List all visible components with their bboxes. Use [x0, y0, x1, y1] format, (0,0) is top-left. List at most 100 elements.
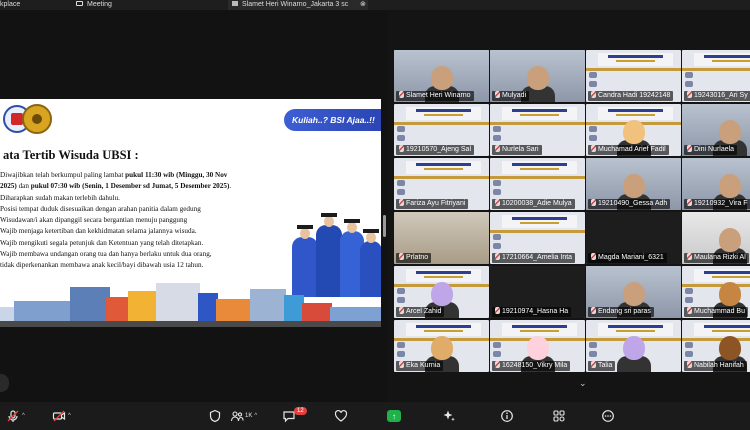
ubsi-seal-logo [22, 104, 52, 134]
tab-meeting[interactable]: Meeting [76, 0, 146, 10]
tab-workplace[interactable]: kplace [0, 0, 60, 10]
chevron-up-icon[interactable]: ^ [68, 413, 71, 419]
more-button[interactable] [601, 406, 615, 426]
participant-name: Nabilah Hanifah [684, 361, 747, 371]
splitter-handle[interactable] [383, 215, 386, 237]
tab-screen-share[interactable]: Slamet Heri Winarno_Jakarta 3 sc [228, 0, 368, 10]
mic-muted-icon [687, 307, 692, 314]
participant-tile[interactable]: 19210974_Hasna Ha [490, 266, 585, 318]
participant-name: Candra Hadi 19242148 [588, 91, 674, 101]
virtual-background-icons [589, 342, 599, 360]
participant-name-label: Muchammad Bu [694, 308, 745, 315]
participant-tile[interactable]: Prlatno [394, 212, 489, 264]
apps-button[interactable] [552, 406, 566, 426]
virtual-background-icons [397, 288, 407, 306]
mic-muted-icon [591, 253, 596, 260]
virtual-background-icons [493, 234, 503, 252]
mic-muted-icon [687, 91, 692, 98]
participant-name: Endang sri paras [588, 307, 654, 317]
participant-tile[interactable]: Slamet Heri Winarno [394, 50, 489, 102]
participant-name: 19210490_Gessa Adh [588, 199, 671, 209]
participant-tile[interactable]: Endang sri paras [586, 266, 681, 318]
participant-tile[interactable]: Mulyadi [490, 50, 585, 102]
mic-muted-icon [687, 145, 692, 152]
virtual-background-stripe [682, 338, 750, 341]
participant-tile[interactable]: Fariza Ayu Fitriyani [394, 158, 489, 210]
virtual-background-icons [493, 180, 503, 198]
tab-screen-share-label: Slamet Heri Winarno_Jakarta 3 sc [242, 1, 349, 8]
participant-tile[interactable]: Nabilah Hanifah [682, 320, 750, 372]
virtual-background-icons [493, 126, 503, 144]
chevron-up-icon[interactable]: ^ [22, 413, 25, 419]
participant-tile[interactable]: Muchamad Arief Fadil [586, 104, 681, 156]
virtual-background-banner [502, 107, 577, 120]
participant-tile[interactable]: Talia [586, 320, 681, 372]
participant-name-label: Fariza Ayu Fitriyani [406, 200, 466, 207]
virtual-background-stripe [394, 122, 489, 125]
participant-tile[interactable]: 19210932_Vira F [682, 158, 750, 210]
virtual-background-icons [685, 72, 695, 90]
virtual-background-banner [406, 323, 481, 336]
gallery-footer [394, 374, 750, 402]
participant-tile[interactable]: Maulana Rizki Al [682, 212, 750, 264]
share-screen-button[interactable]: ↑ [387, 406, 401, 426]
security-button[interactable] [208, 406, 222, 426]
virtual-background-stripe [586, 68, 681, 71]
video-button[interactable]: ^ [52, 406, 71, 426]
virtual-background-icons [397, 180, 407, 198]
people-icon [230, 411, 244, 422]
mute-button[interactable]: ^ [6, 406, 25, 426]
participant-tile[interactable]: Arcel Zahid [394, 266, 489, 318]
mic-muted-icon [495, 91, 500, 98]
virtual-background-banner [598, 107, 673, 120]
mic-muted-icon [399, 145, 404, 152]
participant-tile[interactable]: 17210664_Amelia Inta [490, 212, 585, 264]
participant-tile[interactable]: 10200038_Adie Mulya [490, 158, 585, 210]
virtual-background-banner [406, 107, 481, 120]
virtual-background-banner [406, 269, 481, 282]
ai-companion-button[interactable] [442, 406, 456, 426]
participants-count: 1K [245, 413, 253, 419]
virtual-background-stripe [490, 230, 585, 233]
chevron-down-icon[interactable]: ⌄ [579, 378, 587, 389]
participants-button[interactable]: 1K ^ [230, 406, 257, 426]
participant-face [622, 282, 645, 306]
avatar-icon [526, 336, 549, 360]
participant-name-label: Muchamad Arief Fadil [598, 146, 666, 153]
participant-tile[interactable]: Eka Kurnia [394, 320, 489, 372]
participant-name-label: 19243016_Ari Sy [694, 92, 748, 99]
participant-name: Mulyadi [492, 91, 530, 101]
tab-close-icon[interactable]: ⊗ [360, 0, 370, 10]
participant-tile[interactable]: Candra Hadi 19242148 [586, 50, 681, 102]
participant-tile[interactable]: Muchammad Bu [682, 266, 750, 318]
virtual-background-icons [685, 288, 695, 306]
virtual-background-icons [685, 342, 695, 360]
participant-tile[interactable]: 19243016_Ari Sy [682, 50, 750, 102]
participant-name-label: 17210664_Amelia Inta [502, 254, 573, 261]
info-button[interactable] [500, 406, 514, 426]
mic-muted-icon [399, 253, 404, 260]
shield-icon [209, 409, 221, 423]
participant-tile[interactable]: 19210570_Ajeng Sal [394, 104, 489, 156]
participant-tile[interactable]: Dini Nurlaela [682, 104, 750, 156]
virtual-background-stripe [682, 284, 750, 287]
virtual-background-banner [694, 53, 750, 66]
participant-tile[interactable]: Magda Mariani_6321 [586, 212, 681, 264]
participant-name-label: Arcel Zahid [406, 308, 442, 315]
chat-unread-badge: 12 [294, 407, 307, 415]
top-tab-bar: kplace Meeting Slamet Heri Winarno_Jakar… [0, 0, 750, 10]
mic-muted-icon [399, 91, 404, 98]
apps-icon [553, 410, 565, 422]
participant-tile[interactable]: 16248150_Vikry Mila [490, 320, 585, 372]
heart-icon [334, 409, 348, 422]
mic-muted-icon [495, 145, 500, 152]
mic-muted-icon [399, 307, 404, 314]
participant-name-label: 19210490_Gessa Adh [598, 200, 668, 207]
participant-name-label: Dini Nurlaela [694, 146, 735, 153]
participant-tile[interactable]: Nurlela Sari [490, 104, 585, 156]
virtual-background-banner [694, 323, 750, 336]
chevron-up-icon[interactable]: ^ [254, 413, 257, 419]
participant-name-label: 19210932_Vira F [694, 200, 748, 207]
reactions-button[interactable] [334, 406, 348, 426]
participant-tile[interactable]: 19210490_Gessa Adh [586, 158, 681, 210]
